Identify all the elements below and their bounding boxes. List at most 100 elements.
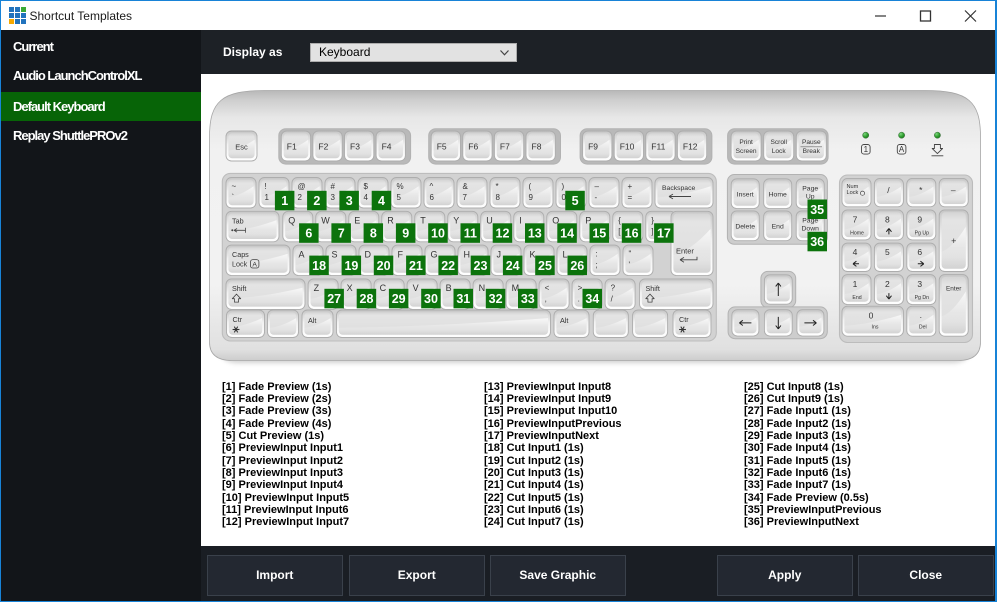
svg-text:Screen: Screen [736, 148, 757, 155]
svg-text:26: 26 [570, 259, 584, 273]
svg-text:B: B [446, 283, 452, 293]
svg-text:5: 5 [397, 193, 402, 202]
svg-text:0: 0 [869, 311, 874, 321]
svg-text:G: G [431, 249, 438, 259]
svg-text:Print: Print [739, 139, 753, 146]
svg-text:Pg Up: Pg Up [915, 230, 930, 236]
svg-text:}: } [651, 216, 654, 225]
svg-text:1: 1 [265, 193, 270, 202]
svg-text:F3: F3 [350, 142, 360, 152]
svg-text:32: 32 [489, 292, 503, 306]
svg-text:N: N [479, 283, 486, 293]
svg-text:E: E [354, 216, 360, 226]
svg-text:Backspace: Backspace [662, 185, 695, 192]
svg-text:;: ; [596, 261, 598, 270]
svg-text:Q: Q [288, 216, 295, 226]
svg-text:Lock: Lock [847, 190, 859, 196]
svg-text:Ins: Ins [872, 325, 879, 331]
svg-text:F4: F4 [382, 142, 392, 152]
svg-text:F1: F1 [287, 142, 297, 152]
svg-text:F9: F9 [588, 142, 598, 152]
svg-text:17: 17 [657, 227, 671, 241]
svg-text:=: = [628, 193, 633, 202]
svg-text:&: & [463, 182, 469, 191]
svg-text:C: C [380, 283, 387, 293]
svg-text:Delete: Delete [735, 223, 755, 230]
svg-text:4: 4 [378, 194, 385, 208]
svg-text:Page: Page [802, 185, 818, 192]
svg-text:1: 1 [864, 145, 869, 154]
svg-text:%: % [397, 182, 404, 191]
svg-text:27: 27 [327, 292, 341, 306]
svg-text:.: . [920, 310, 922, 320]
svg-text:X: X [347, 283, 353, 293]
svg-text:Enter: Enter [676, 246, 694, 255]
svg-text:Ctr: Ctr [679, 315, 689, 324]
svg-text:9: 9 [529, 193, 534, 202]
svg-text:3: 3 [331, 193, 336, 202]
svg-text:Y: Y [453, 216, 459, 226]
svg-text:F6: F6 [468, 142, 478, 152]
svg-text:Shift: Shift [232, 284, 246, 293]
svg-text:Esc: Esc [235, 143, 248, 152]
svg-text:5: 5 [572, 194, 579, 208]
svg-text:#: # [331, 182, 336, 191]
svg-text:A: A [252, 261, 257, 268]
svg-text:11: 11 [464, 227, 477, 241]
svg-text:25: 25 [538, 259, 552, 273]
svg-text::: : [596, 250, 598, 259]
svg-text:J: J [497, 249, 502, 259]
svg-text:6: 6 [305, 227, 312, 241]
svg-text:24: 24 [506, 259, 520, 273]
svg-text:8: 8 [370, 227, 377, 241]
svg-text:F2: F2 [318, 142, 328, 152]
svg-text:I: I [519, 216, 522, 226]
svg-text:F12: F12 [683, 142, 698, 152]
svg-text:Insert: Insert [737, 191, 754, 198]
svg-text:F7: F7 [500, 142, 510, 152]
svg-text:1: 1 [281, 194, 288, 208]
svg-text:": " [629, 250, 632, 259]
svg-text:F11: F11 [651, 142, 665, 152]
svg-text:19: 19 [344, 259, 358, 273]
svg-text:D: D [365, 249, 372, 259]
svg-text:23: 23 [474, 259, 488, 273]
svg-text:Home: Home [850, 230, 864, 236]
svg-text:Lock: Lock [772, 148, 787, 155]
svg-text:-: - [595, 193, 598, 202]
svg-text:7: 7 [463, 193, 468, 202]
svg-text:): ) [562, 182, 565, 191]
svg-text:8: 8 [885, 214, 890, 224]
svg-text:<: < [545, 283, 550, 292]
svg-text:F: F [398, 249, 404, 259]
svg-text:U: U [486, 216, 493, 226]
svg-text:4: 4 [364, 193, 369, 202]
svg-text:(: ( [529, 182, 532, 191]
svg-text:End: End [852, 295, 861, 301]
svg-text:*: * [496, 182, 499, 191]
svg-text:End: End [772, 223, 784, 230]
svg-text:21: 21 [409, 259, 423, 273]
svg-text:{: { [618, 216, 621, 225]
svg-text:F8: F8 [532, 142, 542, 152]
svg-text:31: 31 [456, 292, 470, 306]
svg-text:34: 34 [585, 292, 599, 306]
svg-text:16: 16 [625, 227, 639, 241]
svg-text:Enter: Enter [946, 286, 962, 293]
svg-text:33: 33 [521, 292, 535, 306]
svg-text:6: 6 [917, 247, 922, 257]
svg-text:7: 7 [338, 227, 345, 241]
svg-text:H: H [464, 249, 471, 259]
svg-text:S: S [332, 249, 338, 259]
svg-text:3: 3 [346, 194, 353, 208]
svg-text:+: + [628, 182, 633, 191]
svg-text:2: 2 [298, 193, 303, 202]
svg-text:+: + [951, 236, 956, 246]
svg-text:Alt: Alt [308, 316, 316, 325]
svg-text:Lock: Lock [232, 260, 248, 269]
svg-text:4: 4 [853, 247, 858, 257]
svg-text:~: ~ [232, 182, 237, 191]
svg-text:2: 2 [885, 279, 890, 289]
svg-text:V: V [413, 283, 419, 293]
svg-text:18: 18 [312, 259, 326, 273]
